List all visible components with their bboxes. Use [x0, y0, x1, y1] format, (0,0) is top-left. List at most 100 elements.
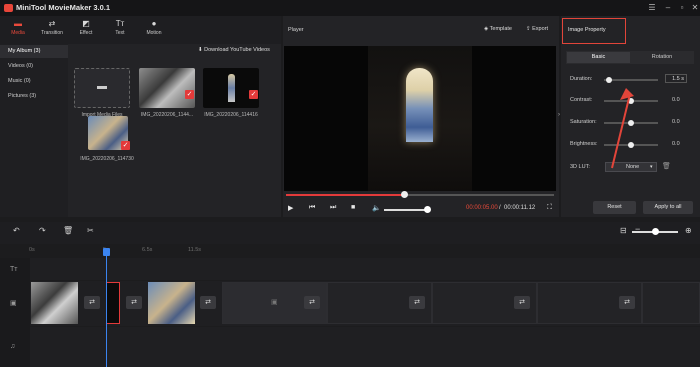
motion-icon: ● — [151, 19, 157, 28]
zoom-fit-icon[interactable]: ⊟ — [620, 226, 627, 235]
tab-motion[interactable]: ● Motion — [137, 18, 171, 42]
app-title: MiniTool MovieMaker 3.0.1 — [16, 3, 111, 12]
tick-label: 11.5s — [188, 247, 202, 253]
transition-slot[interactable]: ⇄ — [84, 296, 100, 309]
transition-slot[interactable]: ⇄ — [409, 296, 425, 309]
timeline-ruler[interactable] — [30, 244, 700, 258]
prev-frame-icon[interactable]: ⏮ — [309, 204, 315, 212]
stop-icon[interactable]: ■ — [351, 204, 355, 211]
media-placeholder-icon: ▣ — [271, 299, 278, 306]
chevron-down-icon: ▾ — [650, 164, 653, 170]
tab-text[interactable]: Tт Text — [103, 18, 137, 42]
tab-basic[interactable]: Basic — [567, 52, 630, 63]
added-check-icon: ✓ — [121, 141, 130, 150]
tab-rotation[interactable]: Rotation — [631, 52, 693, 63]
album-item-videos[interactable]: Videos (0) — [0, 60, 68, 73]
duration-handle[interactable] — [606, 77, 612, 83]
delete-icon[interactable]: 🗑 — [63, 226, 73, 235]
text-icon: Tт — [115, 19, 125, 28]
next-frame-icon[interactable]: ⏭ — [330, 204, 336, 212]
progress-fill — [286, 194, 404, 196]
transition-slot[interactable]: ⇄ — [619, 296, 635, 309]
album-item-pictures[interactable]: Pictures (3) — [0, 90, 68, 103]
split-icon[interactable]: ✂ — [87, 226, 94, 235]
zoom-handle[interactable] — [652, 228, 659, 235]
duration-input[interactable]: 1.5 s — [665, 74, 687, 83]
folder-icon: ▬ — [97, 81, 107, 92]
template-button[interactable]: ◈ Template — [484, 26, 512, 32]
video-track-icon: ▣ — [10, 300, 17, 307]
total-time: 00:00:11.12 — [504, 205, 536, 211]
app-logo-icon — [4, 4, 13, 12]
text-track[interactable] — [30, 258, 700, 280]
brightness-value: 0.0 — [672, 141, 680, 147]
timeline-clip-selected[interactable] — [106, 282, 120, 324]
saturation-label: Saturation: — [570, 119, 597, 125]
trash-icon[interactable]: 🗑 — [662, 162, 671, 170]
empty-clip-slot[interactable] — [642, 282, 700, 324]
transition-slot[interactable]: ⇄ — [514, 296, 530, 309]
transition-slot[interactable]: ⇄ — [304, 296, 320, 309]
maximize-icon[interactable]: ▫ — [675, 2, 689, 14]
brightness-label: Brightness: — [570, 141, 598, 147]
media-item-label: IMG_20220206_1144... — [140, 112, 194, 118]
playhead[interactable] — [106, 250, 107, 367]
window-image — [228, 74, 235, 102]
progress-handle[interactable] — [400, 191, 408, 198]
download-youtube-link[interactable]: ⬇ Download YouTube Videos — [198, 47, 270, 53]
saturation-handle[interactable] — [628, 120, 634, 126]
tab-media[interactable]: ▬ Media — [1, 18, 35, 42]
duration-label: Duration: — [570, 76, 593, 82]
collapse-panel-icon[interactable]: › — [558, 112, 560, 118]
volume-slider[interactable] — [384, 209, 429, 211]
album-item-my-album[interactable]: My Album (3) — [0, 45, 68, 58]
timeline-clip[interactable] — [31, 282, 78, 324]
import-media-button[interactable]: ▬ — [74, 68, 130, 108]
media-thumbnail[interactable] — [139, 68, 195, 108]
effect-icon: ◩ — [82, 19, 90, 28]
tick-label: 0s — [29, 247, 35, 253]
play-icon[interactable]: ▶ — [288, 204, 293, 212]
transition-slot[interactable]: ⇄ — [126, 296, 142, 309]
lut-label: 3D LUT: — [570, 164, 590, 170]
menu-icon[interactable]: ☰ — [645, 2, 659, 14]
timeline-toolbar — [0, 222, 700, 244]
media-thumbnail[interactable] — [203, 68, 259, 108]
video-frame-image — [368, 46, 472, 191]
reset-button[interactable]: Reset — [593, 201, 636, 214]
lut-dropdown[interactable]: None ▾ — [605, 162, 657, 172]
contrast-label: Contrast: — [570, 97, 593, 103]
transition-slot[interactable]: ⇄ — [200, 296, 216, 309]
album-item-music[interactable]: Music (0) — [0, 75, 68, 88]
export-button[interactable]: ⇪ Export — [526, 26, 548, 32]
added-check-icon: ✓ — [249, 90, 258, 99]
undo-icon[interactable]: ↶ — [13, 226, 20, 235]
time-separator: / — [499, 205, 501, 211]
brightness-handle[interactable] — [628, 142, 634, 148]
duration-slider[interactable] — [604, 79, 658, 81]
property-panel — [561, 16, 700, 217]
text-track-icon: Tт — [10, 266, 18, 273]
contrast-value: 0.0 — [672, 97, 680, 103]
media-item-label: IMG_20220206_114730 — [80, 156, 134, 162]
zoom-in-icon[interactable]: ⊕ — [685, 226, 692, 235]
transition-icon: ⇄ — [48, 19, 56, 28]
playhead-handle[interactable] — [103, 248, 110, 256]
close-icon[interactable]: ✕ — [688, 2, 700, 14]
tab-effect[interactable]: ◩ Effect — [69, 18, 103, 42]
audio-track[interactable] — [30, 327, 700, 367]
tick-label: 6.5s — [142, 247, 153, 253]
tab-transition[interactable]: ⇄ Transition — [35, 18, 69, 42]
fullscreen-icon[interactable]: ⛶ — [547, 204, 552, 212]
apply-to-all-button[interactable]: Apply to all — [643, 201, 693, 214]
volume-icon[interactable]: 🔈 — [372, 204, 381, 212]
volume-handle[interactable] — [423, 206, 431, 213]
player-label: Player — [288, 27, 304, 33]
redo-icon[interactable]: ↷ — [39, 226, 46, 235]
contrast-handle[interactable] — [628, 98, 634, 104]
saturation-value: 0.0 — [672, 119, 680, 125]
current-time: 00:00:05.00 — [466, 205, 498, 211]
timeline-clip[interactable] — [148, 282, 195, 324]
minimize-icon[interactable]: – — [661, 2, 675, 14]
track-headers — [0, 258, 30, 367]
